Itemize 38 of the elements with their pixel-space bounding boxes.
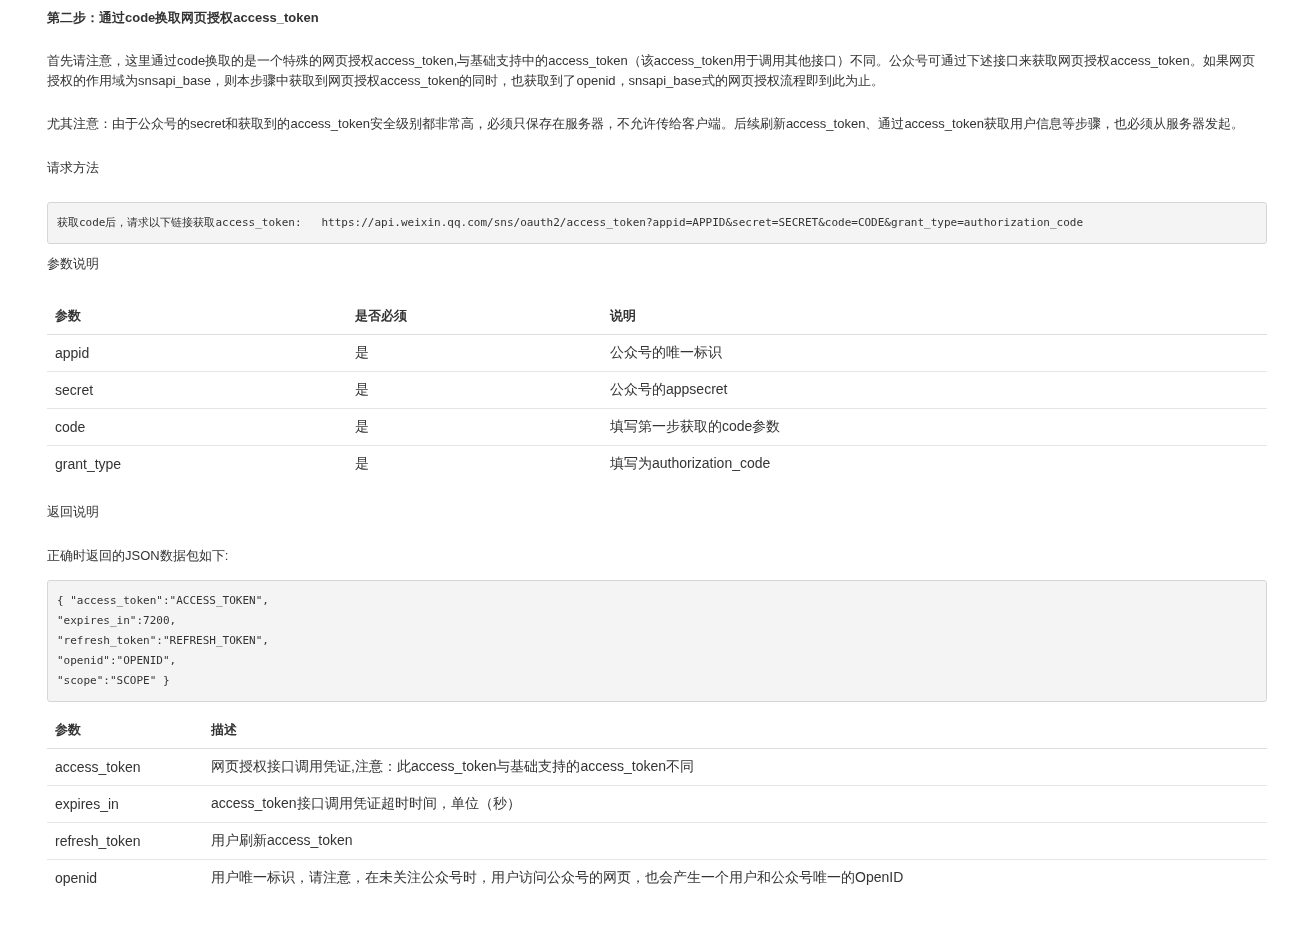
code-line: "openid":"OPENID", bbox=[57, 653, 177, 669]
code-line: "scope":"SCOPE" } bbox=[57, 673, 170, 689]
column-header: 参数 bbox=[47, 298, 347, 335]
table-cell: 公众号的唯一标识 bbox=[602, 334, 1267, 372]
table-cell: 是 bbox=[347, 445, 602, 482]
code-line: "expires_in":7200, bbox=[57, 613, 177, 629]
table-cell: code bbox=[47, 408, 347, 446]
table-cell: 网页授权接口调用凭证,注意：此access_token与基础支持的access_token不同 bbox=[203, 748, 1267, 786]
code-line: 获取code后，请求以下链接获取access_token: https://api.weixin.qq.com/sns/oauth2/access_token?appid=APPID&secret=SECRET&code=CODE&grant_type=authorization_code bbox=[57, 215, 1084, 231]
section-label: 参数说明 bbox=[47, 255, 100, 273]
column-header: 是否必须 bbox=[347, 298, 602, 335]
table-cell: 用户唯一标识，请注意，在未关注公众号时，用户访问公众号的网页，也会产生一个用户和公众号唯一的OpenID bbox=[203, 859, 1267, 896]
table-cell: 填写第一步获取的code参数 bbox=[602, 408, 1267, 446]
section-label: 请求方法 bbox=[47, 159, 100, 177]
table-cell: refresh_token bbox=[47, 822, 203, 860]
section-label: 正确时返回的JSON数据包如下: bbox=[47, 547, 230, 565]
code-line: "refresh_token":"REFRESH_TOKEN", bbox=[57, 633, 269, 649]
paragraph-text: 尤其注意：由于公众号的secret和获取到的access_token安全级别都非常高，必须只保存在服务器，不允许传给客户端。后续刷新access_token、通过access_token获取用户信息等步骤，也必须从服务器发起。 bbox=[47, 115, 1245, 133]
table-cell: expires_in bbox=[47, 785, 203, 823]
section-label: 返回说明 bbox=[47, 503, 100, 521]
column-header: 描述 bbox=[203, 712, 1267, 749]
column-header: 说明 bbox=[602, 298, 1267, 335]
table-cell: appid bbox=[47, 334, 347, 372]
column-header: 参数 bbox=[47, 712, 203, 749]
table-cell: 是 bbox=[347, 334, 602, 372]
table-cell: 是 bbox=[347, 371, 602, 409]
table-cell: grant_type bbox=[47, 445, 347, 482]
table-cell: access_token接口调用凭证超时时间，单位（秒） bbox=[203, 785, 1267, 823]
table-cell: secret bbox=[47, 371, 347, 409]
table-cell: access_token bbox=[47, 748, 203, 786]
table-cell: 用户刷新access_token bbox=[203, 822, 1267, 860]
table-cell: 公众号的appsecret bbox=[602, 371, 1267, 409]
paragraph-text: 首先请注意，这里通过code换取的是一个特殊的网页授权access_token,与基础支持中的access_token（该access_token用于调用其他接口）不同。公众号可通过下述接口来获取网页授权access_token。如果网页授权的作用域为snsapi_base，则本步骤中获取到网页授权access_token的同时，也获取到了openid，snsapi_base式的网页授权流程即到此为止。 bbox=[47, 52, 1256, 90]
table-cell: 是 bbox=[347, 408, 602, 446]
table-cell: openid bbox=[47, 859, 203, 896]
table-cell: 填写为authorization_code bbox=[602, 445, 1267, 482]
code-line: { "access_token":"ACCESS_TOKEN", bbox=[57, 593, 269, 609]
section-heading: 第二步：通过code换取网页授权access_token bbox=[47, 9, 320, 27]
